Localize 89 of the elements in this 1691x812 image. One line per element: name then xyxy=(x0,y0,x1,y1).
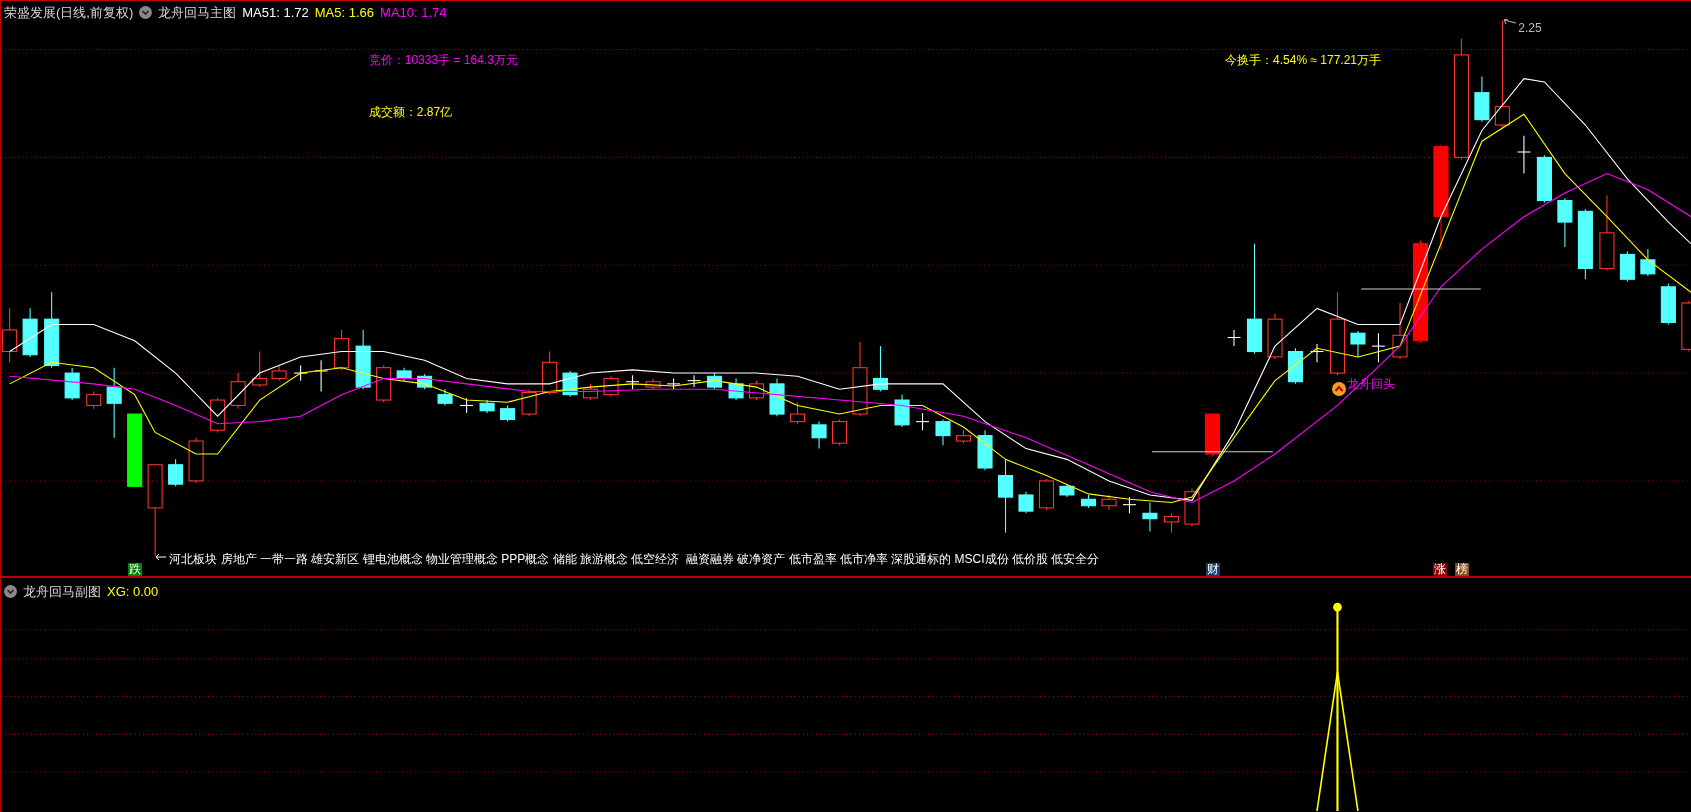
candlestick xyxy=(1204,413,1220,457)
chart-annotation: 竞价：10333手 = 164.3万元 xyxy=(368,51,518,69)
candlestick xyxy=(1350,330,1366,358)
candlestick xyxy=(955,429,972,444)
doji-candlestick xyxy=(915,412,930,431)
candlestick xyxy=(1184,487,1200,527)
dropdown-icon[interactable] xyxy=(4,585,17,599)
candlestick xyxy=(2,307,18,363)
candlestick xyxy=(832,418,848,446)
candlestick xyxy=(355,329,371,390)
doji-candlestick xyxy=(293,365,308,382)
candlestick xyxy=(1059,483,1075,498)
event-badge[interactable]: 跌 xyxy=(127,562,142,576)
candlestick xyxy=(1577,208,1593,280)
concept-tags-text: 河北板块 房地产 一带一路 雄安新区 锂电池概念 物业管理概念 PPP概念 储能 旅游概念 低空经济 融资融券 破净资产 低市盈率 低市净率 深股通标的 MSCI成份 低价股 低安全分 xyxy=(169,550,1100,568)
candlestick xyxy=(64,367,80,401)
event-badge[interactable]: 财 xyxy=(1206,562,1221,576)
candlestick xyxy=(334,329,350,371)
indicator-value: XG: 0.00 xyxy=(107,583,159,601)
doji-candlestick xyxy=(625,374,640,390)
up-chevron-icon xyxy=(1331,381,1346,396)
doji-candlestick xyxy=(687,374,702,388)
doji-candlestick xyxy=(1371,332,1386,363)
candlestick xyxy=(188,437,204,484)
candlestick xyxy=(1101,494,1117,511)
doji-candlestick xyxy=(1516,135,1531,175)
event-badge[interactable]: 榜 xyxy=(1455,562,1470,576)
candlestick xyxy=(645,377,661,390)
indicator-name: 龙舟回马主图 xyxy=(158,4,237,22)
moving-average-value: MA10: 1.74 xyxy=(380,4,447,22)
candlestick xyxy=(811,421,827,450)
candlestick xyxy=(86,390,102,410)
candlestick xyxy=(252,350,268,388)
candlestick xyxy=(396,367,412,382)
candlestick xyxy=(1392,302,1408,360)
candlestick xyxy=(1681,300,1691,353)
high-price-label: 2.25 xyxy=(1518,20,1542,38)
candlestick xyxy=(417,373,433,390)
candlestick xyxy=(1640,248,1656,277)
candlestick xyxy=(1018,491,1034,514)
candlestick xyxy=(872,345,889,392)
dropdown-icon[interactable] xyxy=(139,6,153,20)
candlestick xyxy=(271,365,287,382)
indicator-name: 龙舟回马副图 xyxy=(23,583,101,601)
candlestick xyxy=(521,388,537,417)
candlestick xyxy=(1080,494,1097,509)
candlestick xyxy=(437,388,453,406)
candlestick xyxy=(1287,347,1303,385)
candlestick xyxy=(769,377,785,417)
candlestick xyxy=(500,404,516,423)
doji-candlestick xyxy=(666,377,681,390)
candlestick xyxy=(1142,501,1158,533)
doji-candlestick xyxy=(1310,343,1324,363)
candlestick xyxy=(376,365,392,403)
candlestick xyxy=(106,367,122,439)
stock-title: 荣盛发展(日线,前复权) xyxy=(4,4,134,22)
candlestick xyxy=(230,372,246,410)
candlestick xyxy=(789,401,806,425)
moving-average-value: MA51: 1.72 xyxy=(242,4,309,22)
candlestick xyxy=(583,383,599,401)
chart-annotation: 成交额：2.87亿 xyxy=(368,104,453,122)
candlestick xyxy=(168,458,184,487)
candlestick xyxy=(210,397,226,433)
doji-candlestick xyxy=(1227,329,1241,347)
moving-average-value: MA5: 1.66 xyxy=(314,4,375,22)
candlestick xyxy=(1474,75,1490,123)
doji-candlestick xyxy=(1122,496,1137,514)
candlestick xyxy=(728,377,744,401)
candlestick xyxy=(22,307,38,358)
candlestick xyxy=(1619,250,1635,282)
candlestick xyxy=(706,372,723,390)
candlestick xyxy=(603,375,619,398)
candlestick xyxy=(1267,313,1283,360)
signal-label: 龙舟回头 xyxy=(1346,376,1395,394)
candlestick xyxy=(1038,478,1054,511)
chart-annotation: 今换手：4.54% ≈ 177.21万手 xyxy=(1225,51,1381,69)
candlestick xyxy=(935,418,951,446)
candlestick xyxy=(1660,283,1676,326)
pointer-arrow-icon xyxy=(155,553,168,562)
candlestick xyxy=(479,399,495,414)
candlestick xyxy=(749,380,765,401)
event-badge[interactable]: 涨 xyxy=(1432,562,1447,576)
candlestick xyxy=(1536,154,1552,204)
candlestick xyxy=(542,350,558,396)
candlestick xyxy=(977,429,993,471)
candlestick xyxy=(894,394,910,428)
candlestick xyxy=(1163,512,1180,534)
candlestick xyxy=(1557,197,1573,248)
doji-candlestick xyxy=(459,397,474,414)
